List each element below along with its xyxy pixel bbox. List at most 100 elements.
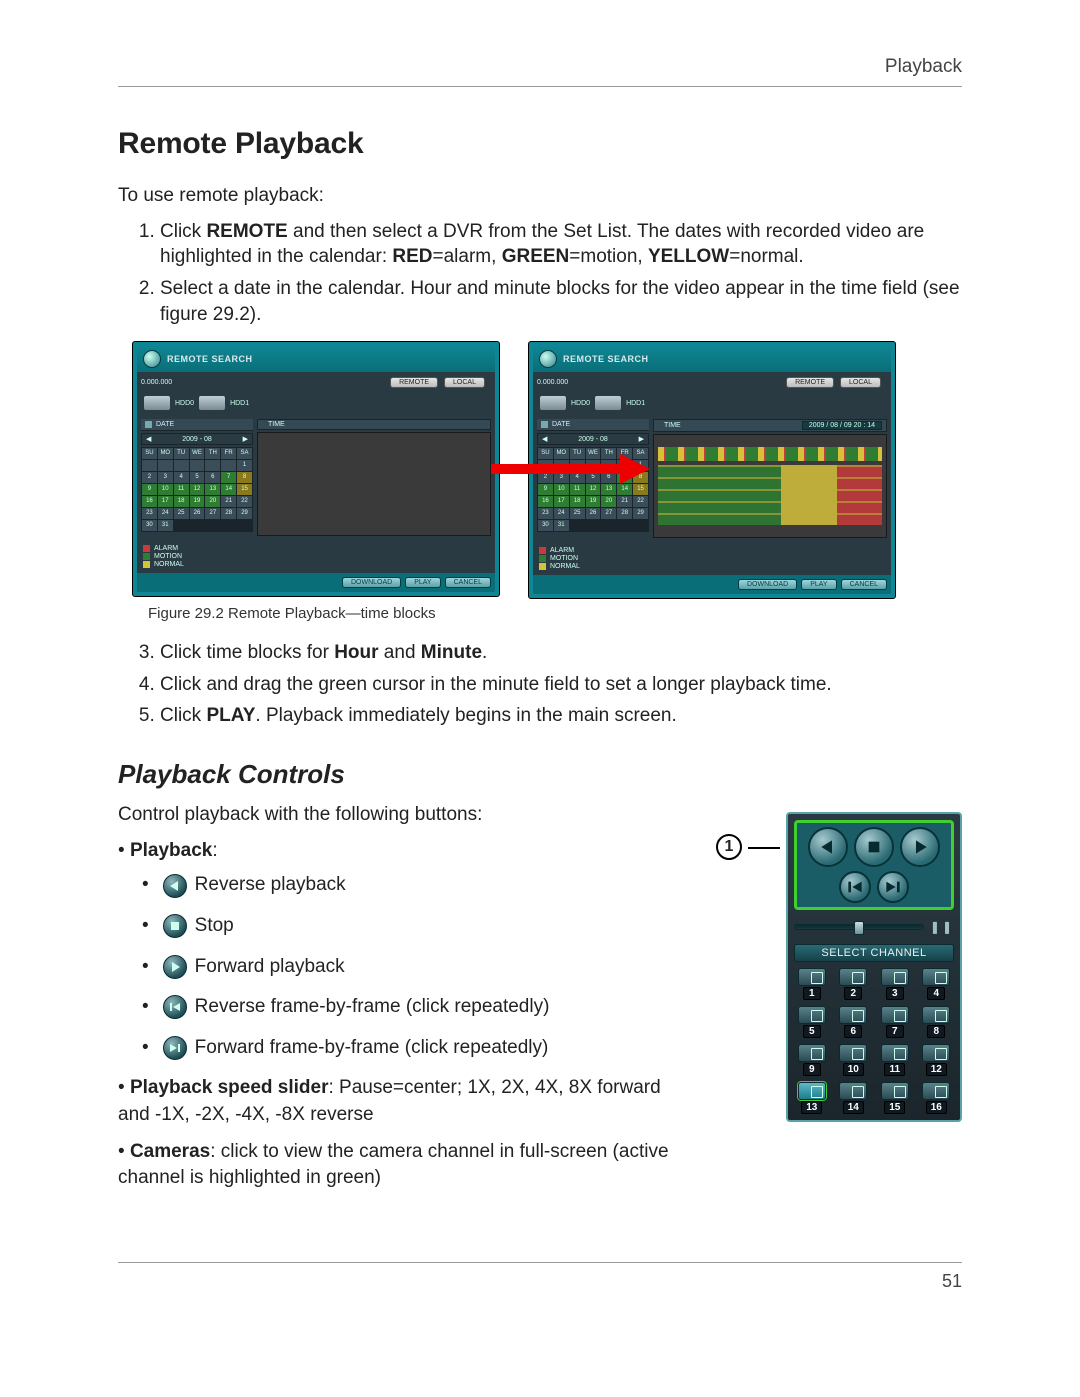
calendar-day[interactable]: 6	[205, 472, 220, 483]
calendar-day[interactable]: 27	[205, 508, 220, 519]
play-button[interactable]: PLAY	[405, 577, 440, 588]
channel-13[interactable]: 13	[794, 1082, 830, 1114]
calendar-day[interactable]: 13	[601, 484, 616, 495]
play-button[interactable]: PLAY	[801, 579, 836, 590]
calendar-day[interactable]: 27	[601, 508, 616, 519]
channel-1[interactable]: 1	[794, 968, 830, 1000]
calendar-day[interactable]: 21	[221, 496, 236, 507]
calendar[interactable]: SUMOTUWETHFRSA12345678910111213141516171…	[141, 447, 253, 532]
remote-button[interactable]: REMOTE	[786, 377, 834, 388]
calendar[interactable]: SUMOTUWETHFRSA12345678910111213141516171…	[537, 447, 649, 532]
calendar-day[interactable]: 17	[158, 496, 173, 507]
forward-frame-icon[interactable]	[877, 871, 909, 903]
calendar-day[interactable]: 14	[221, 484, 236, 495]
calendar-day[interactable]: 16	[142, 496, 157, 507]
calendar-day[interactable]: 12	[190, 484, 205, 495]
channel-2[interactable]: 2	[836, 968, 872, 1000]
calendar-day[interactable]: 24	[158, 508, 173, 519]
cancel-button[interactable]: CANCEL	[445, 577, 491, 588]
calendar-day[interactable]: 11	[570, 484, 585, 495]
calendar-day[interactable]: 25	[570, 508, 585, 519]
channel-8[interactable]: 8	[919, 1006, 955, 1038]
month-selector[interactable]: ◀2009 - 08▶	[141, 433, 253, 445]
calendar-day[interactable]: 5	[190, 472, 205, 483]
calendar-day[interactable]: 25	[174, 508, 189, 519]
reverse-frame-icon[interactable]	[839, 871, 871, 903]
hdd-icon[interactable]	[198, 395, 226, 411]
channel-9[interactable]: 9	[794, 1044, 830, 1076]
calendar-day[interactable]: 31	[158, 520, 173, 531]
calendar-day[interactable]: 30	[538, 520, 553, 531]
calendar-day[interactable]: 9	[538, 484, 553, 495]
calendar-day[interactable]: 4	[570, 472, 585, 483]
channel-4[interactable]: 4	[919, 968, 955, 1000]
calendar-day[interactable]: 28	[617, 508, 632, 519]
calendar-day[interactable]: 2	[142, 472, 157, 483]
hdd-icon[interactable]	[594, 395, 622, 411]
calendar-day[interactable]: 30	[142, 520, 157, 531]
calendar-day[interactable]: 1	[237, 460, 252, 471]
channel-6[interactable]: 6	[836, 1006, 872, 1038]
timeline-empty[interactable]	[257, 432, 491, 536]
speed-slider[interactable]: ❚❚	[794, 920, 954, 934]
remote-button[interactable]: REMOTE	[390, 377, 438, 388]
calendar-day[interactable]: 22	[633, 496, 648, 507]
timeline-filled[interactable]	[653, 434, 887, 538]
local-button[interactable]: LOCAL	[840, 377, 881, 388]
calendar-day[interactable]: 10	[554, 484, 569, 495]
channel-16[interactable]: 16	[919, 1082, 955, 1114]
calendar-day[interactable]: 7	[221, 472, 236, 483]
calendar-day[interactable]: 6	[601, 472, 616, 483]
calendar-day[interactable]: 20	[601, 496, 616, 507]
calendar-day[interactable]: 26	[190, 508, 205, 519]
calendar-day[interactable]: 23	[142, 508, 157, 519]
calendar-day[interactable]: 24	[554, 508, 569, 519]
channel-3[interactable]: 3	[877, 968, 913, 1000]
calendar-day[interactable]: 15	[237, 484, 252, 495]
calendar-day[interactable]: 17	[554, 496, 569, 507]
calendar-day[interactable]: 8	[633, 472, 648, 483]
calendar-day[interactable]: 31	[554, 520, 569, 531]
stop-icon[interactable]	[854, 827, 894, 867]
hdd-icon[interactable]	[539, 395, 567, 411]
month-selector[interactable]: ◀2009 - 08▶	[537, 433, 649, 445]
forward-play-icon[interactable]	[900, 827, 940, 867]
channel-7[interactable]: 7	[877, 1006, 913, 1038]
calendar-day[interactable]: 19	[190, 496, 205, 507]
reverse-play-icon[interactable]	[808, 827, 848, 867]
calendar-day[interactable]: 1	[633, 460, 648, 471]
cancel-button[interactable]: CANCEL	[841, 579, 887, 590]
calendar-day[interactable]: 16	[538, 496, 553, 507]
calendar-day[interactable]: 18	[174, 496, 189, 507]
calendar-day[interactable]: 4	[174, 472, 189, 483]
calendar-day[interactable]: 11	[174, 484, 189, 495]
channel-11[interactable]: 11	[877, 1044, 913, 1076]
calendar-day[interactable]: 2	[538, 472, 553, 483]
calendar-day[interactable]: 22	[237, 496, 252, 507]
calendar-day[interactable]: 12	[586, 484, 601, 495]
channel-10[interactable]: 10	[836, 1044, 872, 1076]
local-button[interactable]: LOCAL	[444, 377, 485, 388]
channel-5[interactable]: 5	[794, 1006, 830, 1038]
calendar-day[interactable]: 10	[158, 484, 173, 495]
calendar-day[interactable]: 3	[554, 472, 569, 483]
calendar-day[interactable]: 18	[570, 496, 585, 507]
calendar-day[interactable]: 13	[205, 484, 220, 495]
calendar-day[interactable]: 19	[586, 496, 601, 507]
calendar-day[interactable]: 29	[633, 508, 648, 519]
calendar-day[interactable]: 26	[586, 508, 601, 519]
calendar-day[interactable]: 14	[617, 484, 632, 495]
download-button[interactable]: DOWNLOAD	[738, 579, 797, 590]
calendar-day[interactable]: 23	[538, 508, 553, 519]
hdd-icon[interactable]	[143, 395, 171, 411]
calendar-day[interactable]: 28	[221, 508, 236, 519]
channel-14[interactable]: 14	[836, 1082, 872, 1114]
calendar-day[interactable]: 9	[142, 484, 157, 495]
calendar-day[interactable]: 8	[237, 472, 252, 483]
calendar-day[interactable]: 3	[158, 472, 173, 483]
channel-12[interactable]: 12	[919, 1044, 955, 1076]
calendar-day[interactable]: 7	[617, 472, 632, 483]
calendar-day[interactable]: 21	[617, 496, 632, 507]
channel-15[interactable]: 15	[877, 1082, 913, 1114]
calendar-day[interactable]: 29	[237, 508, 252, 519]
